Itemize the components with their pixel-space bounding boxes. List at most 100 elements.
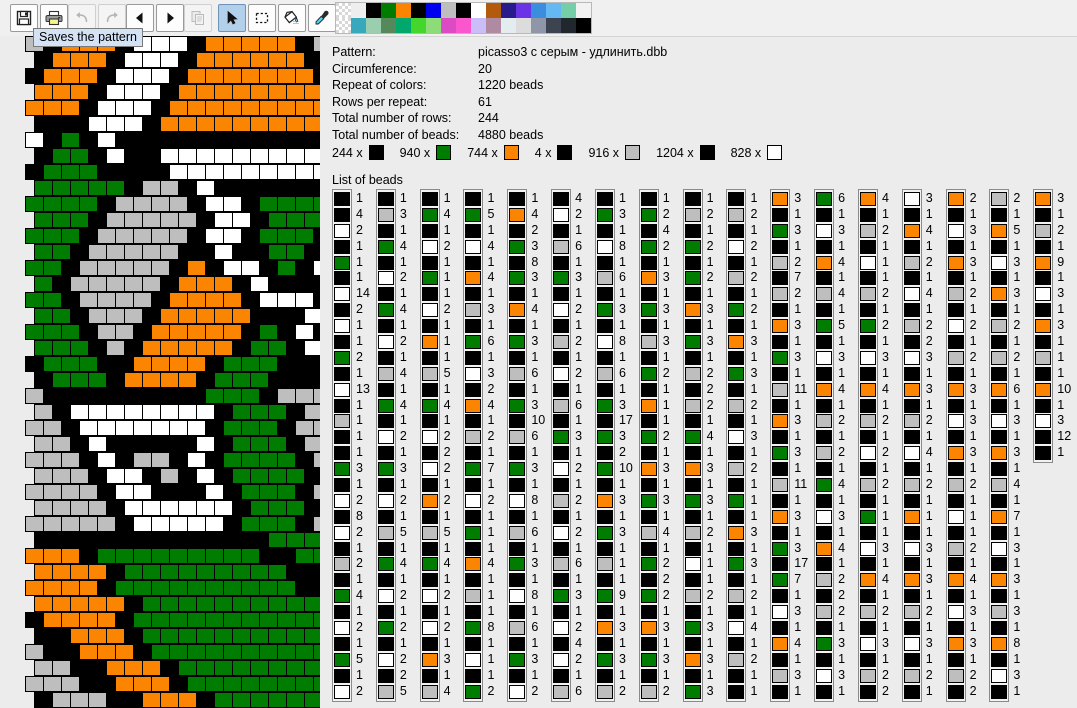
- pattern-bead[interactable]: [124, 84, 143, 100]
- bead-list-row[interactable]: 1: [596, 668, 626, 684]
- pattern-bead[interactable]: [196, 596, 215, 612]
- pattern-bead[interactable]: [52, 244, 71, 260]
- bead-list-row[interactable]: 1: [1035, 366, 1064, 382]
- bead-list-row[interactable]: 4: [816, 255, 845, 271]
- pattern-bead[interactable]: [295, 612, 314, 628]
- bead-list-row[interactable]: 1: [596, 255, 626, 271]
- bead-list-row[interactable]: 1: [947, 302, 977, 318]
- bead-list-row[interactable]: 1: [334, 477, 363, 493]
- bead-list-row[interactable]: 2: [991, 318, 1020, 334]
- pattern-bead[interactable]: [106, 52, 125, 68]
- pattern-bead[interactable]: [88, 244, 107, 260]
- pattern-bead[interactable]: [124, 660, 143, 676]
- pattern-bead[interactable]: [34, 308, 53, 324]
- bead-list-row[interactable]: 1: [859, 525, 889, 541]
- pattern-bead[interactable]: [268, 436, 287, 452]
- pattern-bead[interactable]: [70, 372, 89, 388]
- bead-list-row[interactable]: 2: [903, 255, 933, 271]
- pattern-bead[interactable]: [25, 484, 44, 500]
- bead-list-row[interactable]: 1: [596, 636, 626, 652]
- pattern-bead[interactable]: [223, 388, 242, 404]
- bead-list-row[interactable]: 1: [377, 223, 407, 239]
- pattern-bead[interactable]: [277, 196, 296, 212]
- pattern-bead[interactable]: [52, 564, 71, 580]
- bead-list-row[interactable]: 2: [816, 588, 845, 604]
- pattern-bead[interactable]: [70, 276, 89, 292]
- bead-list-row[interactable]: 1: [903, 620, 933, 636]
- pattern-bead[interactable]: [259, 260, 278, 276]
- pattern-bead[interactable]: [115, 324, 134, 340]
- pattern-bead[interactable]: [25, 580, 44, 596]
- bead-list-row[interactable]: 1: [684, 556, 714, 572]
- pattern-bead[interactable]: [115, 644, 134, 660]
- palette-swatch-1-1[interactable]: [351, 18, 366, 33]
- pattern-bead[interactable]: [88, 84, 107, 100]
- bead-list-row[interactable]: 4: [465, 556, 494, 572]
- pattern-bead[interactable]: [52, 116, 71, 132]
- bead-list-row[interactable]: 1: [859, 509, 889, 525]
- pattern-row[interactable]: [25, 100, 320, 116]
- pattern-bead[interactable]: [169, 132, 188, 148]
- bead-list-row[interactable]: 2: [421, 445, 451, 461]
- palette-swatch-0-7[interactable]: [441, 3, 456, 18]
- bead-list-row[interactable]: 1: [1035, 302, 1064, 318]
- pattern-bead[interactable]: [124, 276, 143, 292]
- bead-list-row[interactable]: 2: [553, 493, 582, 509]
- pattern-bead[interactable]: [124, 180, 143, 196]
- pattern-bead[interactable]: [205, 644, 224, 660]
- pattern-bead[interactable]: [169, 644, 188, 660]
- pattern-bead[interactable]: [106, 276, 125, 292]
- bead-list-row[interactable]: 3: [772, 413, 801, 429]
- pattern-bead[interactable]: [232, 148, 251, 164]
- pattern-bead[interactable]: [304, 564, 320, 580]
- pattern-bead[interactable]: [43, 196, 62, 212]
- bead-list-row[interactable]: 1: [772, 302, 801, 318]
- pattern-bead[interactable]: [232, 180, 251, 196]
- pattern-row[interactable]: [34, 692, 320, 708]
- bead-list-row[interactable]: 3: [991, 413, 1020, 429]
- pattern-bead[interactable]: [232, 116, 251, 132]
- pattern-row[interactable]: [25, 676, 320, 692]
- bead-list-row[interactable]: 5: [334, 652, 363, 668]
- pattern-bead[interactable]: [124, 116, 143, 132]
- pattern-bead[interactable]: [70, 244, 89, 260]
- pattern-bead[interactable]: [277, 292, 296, 308]
- pattern-row[interactable]: [34, 628, 320, 644]
- bead-list-row[interactable]: 3: [947, 445, 977, 461]
- pattern-bead[interactable]: [313, 228, 320, 244]
- pattern-bead[interactable]: [52, 276, 71, 292]
- pattern-bead[interactable]: [160, 244, 179, 260]
- bead-list-row[interactable]: 1: [553, 668, 582, 684]
- bead-list-row[interactable]: 2: [377, 620, 407, 636]
- bead-list-row[interactable]: 1: [553, 255, 582, 271]
- pattern-bead[interactable]: [286, 148, 305, 164]
- bead-list-row[interactable]: 1: [1035, 445, 1064, 461]
- bead-list-row[interactable]: 2: [640, 429, 670, 445]
- bead-list-row[interactable]: 1: [509, 445, 538, 461]
- pattern-bead[interactable]: [61, 292, 80, 308]
- pattern-bead[interactable]: [304, 596, 320, 612]
- bead-list-row[interactable]: 1: [596, 286, 626, 302]
- bead-list-row[interactable]: 1: [465, 223, 494, 239]
- bead-list-row[interactable]: 3: [596, 429, 626, 445]
- next-button[interactable]: [156, 4, 184, 32]
- pattern-bead[interactable]: [133, 164, 152, 180]
- pattern-bead[interactable]: [79, 420, 98, 436]
- bead-list-row[interactable]: 2: [421, 239, 451, 255]
- bead-list-row[interactable]: 5: [377, 684, 407, 700]
- bead-list-row[interactable]: 2: [947, 541, 977, 557]
- pattern-row[interactable]: [25, 388, 320, 404]
- pattern-bead[interactable]: [160, 660, 179, 676]
- bead-list-row[interactable]: 1: [509, 509, 538, 525]
- pattern-bead[interactable]: [259, 388, 278, 404]
- bead-list-row[interactable]: 3: [421, 652, 451, 668]
- pattern-bead[interactable]: [295, 356, 314, 372]
- pattern-bead[interactable]: [133, 292, 152, 308]
- pattern-bead[interactable]: [268, 564, 287, 580]
- pattern-bead[interactable]: [196, 660, 215, 676]
- bead-list-row[interactable]: 8: [509, 255, 538, 271]
- pattern-bead[interactable]: [286, 436, 305, 452]
- pattern-bead[interactable]: [52, 404, 71, 420]
- pattern-bead[interactable]: [268, 692, 287, 708]
- pattern-bead[interactable]: [205, 612, 224, 628]
